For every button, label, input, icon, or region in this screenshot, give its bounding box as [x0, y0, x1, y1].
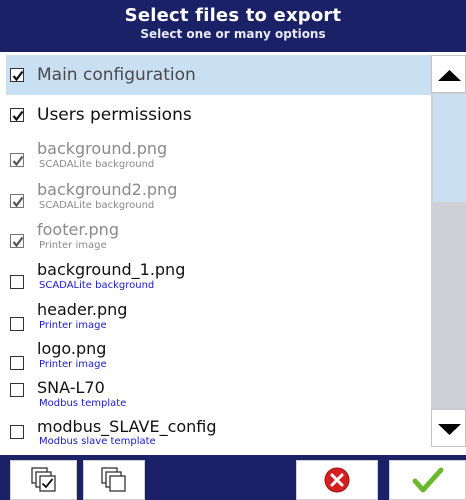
item-name: logo.png	[37, 339, 107, 358]
confirm-icon	[412, 467, 443, 493]
item-name: background2.png	[37, 180, 178, 199]
checkbox	[10, 234, 24, 248]
deselect-all-icon	[101, 467, 126, 492]
deselect-all-button[interactable]	[83, 460, 145, 500]
list-item-modbus-slave-config[interactable]: modbus_SLAVE_config Modbus slave templat…	[6, 415, 431, 447]
checkbox[interactable]	[10, 275, 24, 289]
item-description: Modbus template	[39, 398, 127, 409]
checkmark-icon	[12, 155, 24, 167]
arrow-down-icon	[438, 424, 461, 435]
item-description: Printer image	[39, 240, 107, 251]
checkmark-icon	[12, 236, 24, 248]
vertical-scrollbar[interactable]	[431, 55, 466, 447]
list-item-users-permissions[interactable]: Users permissions	[6, 95, 431, 135]
file-list[interactable]: Main configuration Users permissions bac…	[6, 55, 431, 447]
checkbox	[10, 153, 24, 167]
checkmark-icon	[12, 70, 24, 82]
checkbox[interactable]	[10, 317, 24, 331]
dialog-subtitle: Select one or many options	[140, 27, 326, 41]
select-all-icon	[30, 467, 56, 492]
select-all-button[interactable]	[10, 460, 77, 500]
list-item-sna-l70[interactable]: SNA-L70 Modbus template	[6, 377, 431, 417]
list-item-header-png[interactable]: header.png Printer image	[6, 297, 431, 337]
cancel-button[interactable]	[296, 460, 378, 500]
checkbox	[10, 194, 24, 208]
dialog-title: Select files to export	[124, 5, 342, 26]
checkmark-icon	[12, 196, 24, 208]
item-description: Modbus slave template	[39, 436, 156, 447]
item-name: header.png	[37, 300, 128, 319]
confirm-button[interactable]	[389, 460, 466, 500]
scroll-thumb[interactable]	[433, 94, 466, 202]
checkbox[interactable]	[10, 356, 24, 370]
list-item-background2-png: background2.png SCADALite background	[6, 176, 431, 216]
item-description: SCADALite background	[39, 200, 155, 211]
item-name: footer.png	[37, 220, 119, 239]
cancel-icon	[324, 467, 350, 493]
list-item-background-1-png[interactable]: background_1.png SCADALite background	[6, 257, 431, 297]
checkbox[interactable]	[10, 68, 24, 82]
checkbox[interactable]	[10, 383, 24, 397]
item-name: background.png	[37, 139, 168, 158]
checkbox[interactable]	[10, 425, 24, 439]
item-description: Printer image	[39, 320, 107, 331]
item-name: Main configuration	[37, 65, 196, 85]
dialog-header: Select files to export Select one or man…	[0, 0, 466, 52]
checkmark-icon	[12, 110, 24, 122]
item-description: SCADALite background	[39, 159, 155, 170]
arrow-up-icon	[438, 70, 461, 81]
item-description: Printer image	[39, 359, 107, 370]
item-name: background_1.png	[37, 260, 186, 279]
item-name: modbus_SLAVE_config	[37, 417, 217, 436]
list-item-background-png: background.png SCADALite background	[6, 135, 431, 175]
list-item-main-configuration[interactable]: Main configuration	[6, 55, 431, 95]
scroll-down-button[interactable]	[431, 409, 466, 447]
checkbox[interactable]	[10, 108, 24, 122]
footer-toolbar	[0, 455, 466, 500]
list-item-footer-png: footer.png Printer image	[6, 217, 431, 257]
item-description: SCADALite background	[39, 280, 155, 291]
item-name: SNA-L70	[37, 378, 105, 397]
list-item-logo-png[interactable]: logo.png Printer image	[6, 337, 431, 377]
item-name: Users permissions	[37, 105, 192, 125]
scroll-up-button[interactable]	[431, 55, 466, 93]
